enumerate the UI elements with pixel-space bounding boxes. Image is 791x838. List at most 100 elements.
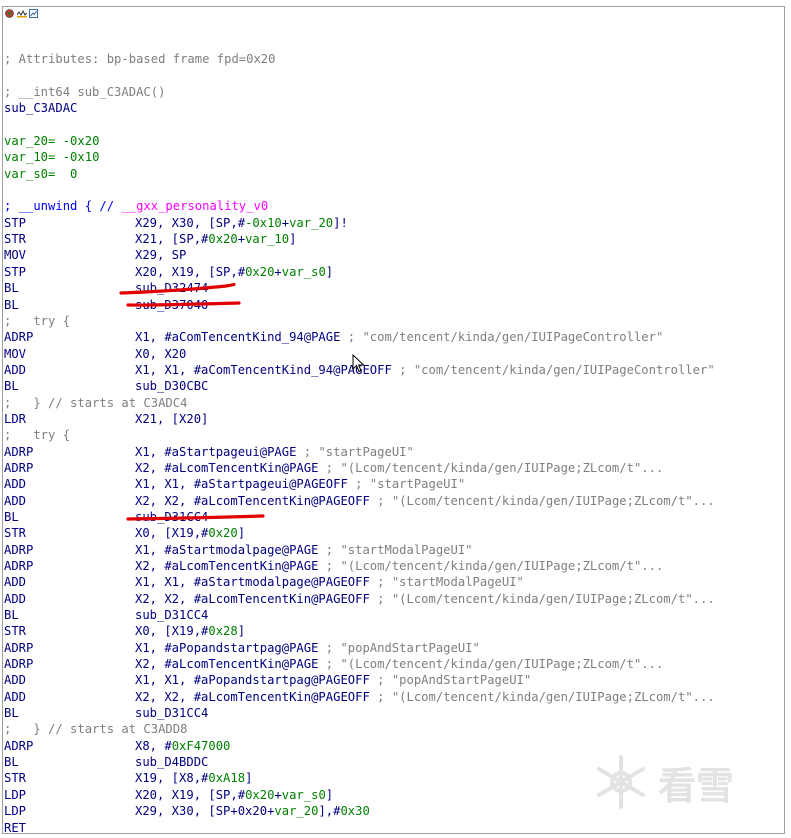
operands[interactable]: X2, #aLcomTencentKin@PAGE: [135, 559, 318, 573]
instruction-row[interactable]: ADRP X1, #aStartpageui@PAGE ; "startPageU…: [4, 444, 790, 460]
comment-line[interactable]: ; try {: [4, 313, 790, 329]
mnemonic: ADD: [4, 575, 27, 590]
instruction-row[interactable]: ADRP X1, #aPopandstartpag@PAGE ; "popAndS…: [4, 640, 790, 656]
operands[interactable]: X1, #aComTencentKind_94@PAGE: [135, 330, 340, 344]
instruction-row[interactable]: ADRP X2, #aLcomTencentKin@PAGE ; "(Lcom/t…: [4, 460, 790, 476]
instruction-row[interactable]: ADRP X2, #aLcomTencentKin@PAGE ; "(Lcom/t…: [4, 558, 790, 574]
instruction-row[interactable]: BL sub_D31CC4: [4, 607, 790, 623]
instruction-row[interactable]: ADRP X2, #aLcomTencentKin@PAGE ; "(Lcom/t…: [4, 656, 790, 672]
operands[interactable]: X1, #aStartmodalpage@PAGE: [135, 543, 318, 557]
instruction-row[interactable]: ADD X1, X1, #aStartpageui@PAGEOFF ; "star…: [4, 476, 790, 492]
graph-icon[interactable]: [29, 3, 38, 18]
watermark-logo: 看雪: [592, 752, 772, 812]
titlebar: [3, 1, 65, 18]
mnemonic: BL: [4, 281, 19, 296]
var-value: -0x10: [62, 150, 100, 165]
wave-icon[interactable]: [16, 3, 28, 17]
operands[interactable]: X19, [X8,#0xA18]: [135, 771, 252, 785]
comment-line[interactable]: ; __int64 sub_C3ADAC(): [4, 84, 790, 100]
stack-var-line[interactable]: var_10= -0x10: [4, 149, 790, 165]
instruction-row[interactable]: MOV X0, X20: [4, 346, 790, 362]
operands[interactable]: X2, X2, #aLcomTencentKin@PAGEOFF: [135, 494, 370, 508]
instruction-row[interactable]: ADD X2, X2, #aLcomTencentKin@PAGEOFF ; "(…: [4, 591, 790, 607]
operands[interactable]: X29, SP: [135, 248, 186, 262]
instruction-row[interactable]: STP X29, X30, [SP,#-0x10+var_20]!: [4, 215, 790, 231]
operands[interactable]: X20, X19, [SP,#0x20+var_s0]: [135, 265, 333, 279]
comment-text: ; __int64 sub_C3ADAC(): [4, 85, 166, 100]
operands[interactable]: X0, [X19,#0x28]: [135, 624, 245, 638]
operands[interactable]: X29, X30, [SP,#-0x10+var_20]!: [135, 216, 348, 230]
instruction-row[interactable]: BL sub_D37040: [4, 297, 790, 313]
instruction-row[interactable]: BL sub_D30CBC: [4, 378, 790, 394]
instruction-row[interactable]: STR X0, [X19,#0x20]: [4, 525, 790, 541]
operands[interactable]: X1, #aPopandstartpag@PAGE: [135, 641, 318, 655]
operands[interactable]: sub_D31CC4: [135, 608, 208, 622]
instruction-row[interactable]: BL sub_D32474: [4, 280, 790, 296]
instruction-row[interactable]: ADD X2, X2, #aLcomTencentKin@PAGEOFF ; "(…: [4, 493, 790, 509]
operands[interactable]: sub_D31CC4: [135, 706, 208, 720]
instruction-row[interactable]: ADRP X1, #aStartmodalpage@PAGE ; "startMo…: [4, 542, 790, 558]
operands[interactable]: X2, #aLcomTencentKin@PAGE: [135, 657, 318, 671]
string-comment: ; "(Lcom/tencent/kinda/gen/IUIPage;ZLcom…: [369, 493, 715, 508]
mnemonic: ADD: [4, 477, 27, 492]
operands[interactable]: X21, [SP,#0x20+var_10]: [135, 232, 296, 246]
unwind-comment[interactable]: ; __unwind { // __gxx_personality_v0: [4, 198, 790, 214]
operands[interactable]: X21, [X20]: [135, 412, 208, 426]
operands[interactable]: X29, X30, [SP+0x20+var_20],#0x30: [135, 804, 370, 818]
comment-line[interactable]: ; Attributes: bp-based frame fpd=0x20: [4, 51, 790, 67]
string-comment: ; "(Lcom/tencent/kinda/gen/IUIPage;ZLcom…: [369, 689, 715, 704]
operands[interactable]: X1, X1, #aStartmodalpage@PAGEOFF: [135, 575, 370, 589]
operands[interactable]: sub_D4BDDC: [135, 755, 208, 769]
record-icon[interactable]: [5, 3, 14, 18]
mnemonic: LDP: [4, 804, 27, 819]
operands[interactable]: X8, #0xF47000: [135, 739, 230, 753]
string-comment: ; "com/tencent/kinda/gen/IUIPageControll…: [391, 362, 715, 377]
operands[interactable]: X20, X19, [SP,#0x20+var_s0]: [135, 788, 333, 802]
var-name: var_10=: [4, 150, 56, 165]
operands[interactable]: sub_D32474: [135, 281, 208, 295]
operands[interactable]: sub_D30CBC: [135, 379, 208, 393]
operands[interactable]: X2, X2, #aLcomTencentKin@PAGEOFF: [135, 690, 370, 704]
instruction-row[interactable]: ADD X2, X2, #aLcomTencentKin@PAGEOFF ; "(…: [4, 689, 790, 705]
comment-line[interactable]: ; try {: [4, 427, 790, 443]
operands[interactable]: X1, X1, #aStartpageui@PAGEOFF: [135, 477, 348, 491]
operands[interactable]: X2, #aLcomTencentKin@PAGE: [135, 461, 318, 475]
stack-var-line[interactable]: var_20= -0x20: [4, 133, 790, 149]
operands[interactable]: X0, [X19,#0x20]: [135, 526, 245, 540]
mnemonic: ADRP: [4, 542, 34, 557]
mnemonic: ADRP: [4, 559, 34, 573]
comment-line[interactable]: ; } // starts at C3ADC4: [4, 395, 790, 411]
mnemonic: ADRP: [4, 657, 34, 672]
operands[interactable]: X0, X20: [135, 347, 186, 361]
mnemonic: ADRP: [4, 738, 34, 753]
stack-var-line[interactable]: var_s0= 0: [4, 166, 790, 182]
instruction-row[interactable]: BL sub_D31CC4: [4, 509, 790, 525]
operands[interactable]: X2, X2, #aLcomTencentKin@PAGEOFF: [135, 592, 370, 606]
comment-line[interactable]: ; } // starts at C3ADD8: [4, 721, 790, 737]
instruction-row[interactable]: STR X0, [X19,#0x28]: [4, 623, 790, 639]
instruction-row[interactable]: MOV X29, SP: [4, 247, 790, 263]
instruction-row[interactable]: RET: [4, 820, 790, 836]
operands[interactable]: sub_D31CC4: [135, 510, 208, 524]
operands[interactable]: X1, X1, #aPopandstartpag@PAGEOFF: [135, 673, 370, 687]
instruction-row[interactable]: ADD X1, X1, #aStartmodalpage@PAGEOFF ; "s…: [4, 574, 790, 590]
comment-text: ; try {: [4, 428, 71, 443]
mnemonic: ADD: [4, 689, 27, 704]
instruction-row[interactable]: ADD X1, X1, #aComTencentKind_94@PAGEOFF ;…: [4, 362, 790, 378]
operands[interactable]: X1, #aStartpageui@PAGE: [135, 445, 296, 459]
instruction-row[interactable]: LDR X21, [X20]: [4, 411, 790, 427]
mnemonic: STR: [4, 526, 27, 541]
instruction-row[interactable]: ADRP X1, #aComTencentKind_94@PAGE ; "com/…: [4, 329, 790, 345]
var-value: 0: [62, 166, 78, 181]
function-label[interactable]: sub_C3ADAC: [4, 100, 790, 116]
mnemonic: ADRP: [4, 640, 34, 655]
instruction-row[interactable]: STR X21, [SP,#0x20+var_10]: [4, 231, 790, 247]
mnemonic: MOV: [4, 248, 27, 263]
operands[interactable]: sub_D37040: [135, 298, 208, 312]
disassembly-listing[interactable]: ; Attributes: bp-based frame fpd=0x20 ; …: [4, 35, 790, 836]
instruction-row[interactable]: ADD X1, X1, #aPopandstartpag@PAGEOFF ; "p…: [4, 672, 790, 688]
instruction-row[interactable]: BL sub_D31CC4: [4, 705, 790, 721]
mnemonic: ADD: [4, 673, 27, 688]
instruction-row[interactable]: STP X20, X19, [SP,#0x20+var_s0]: [4, 264, 790, 280]
